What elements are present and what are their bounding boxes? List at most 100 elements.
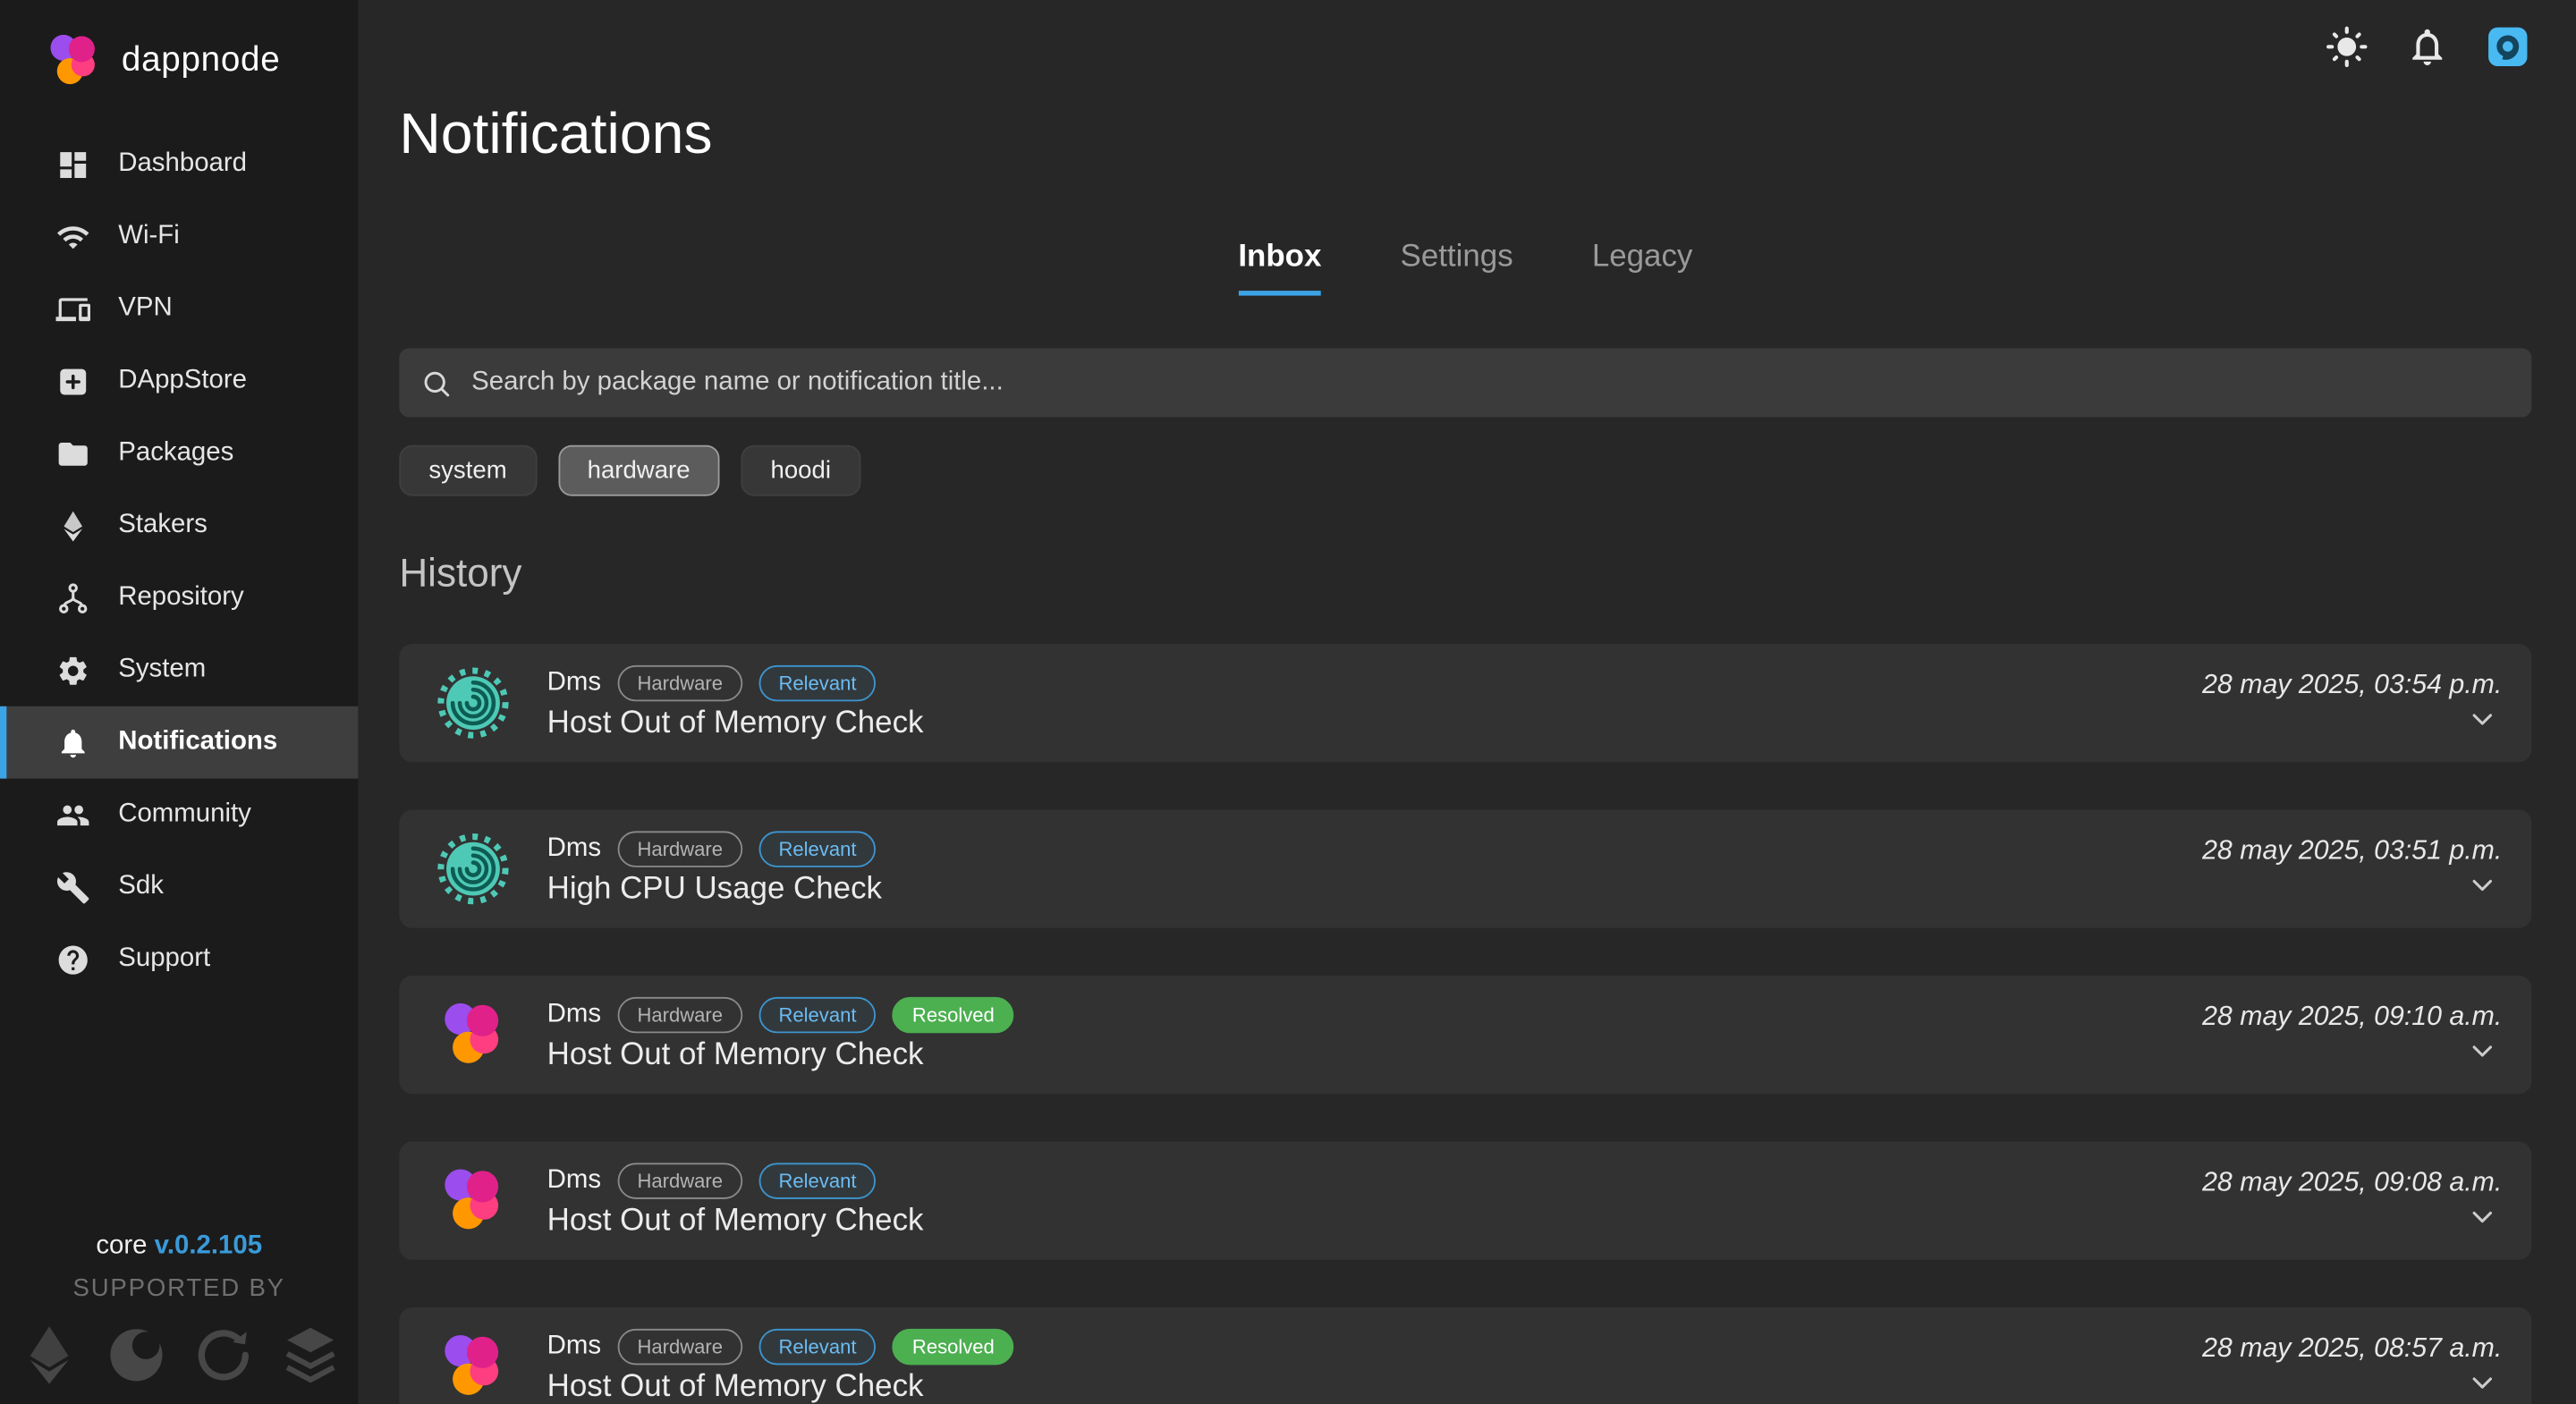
tab-settings[interactable]: Settings [1401,240,1513,295]
sidebar-item-label: Community [118,799,251,829]
dappnode-avatar-logo [436,1163,511,1238]
sidebar-item-system[interactable]: System [0,634,358,706]
sidebar-item-packages[interactable]: Packages [0,418,358,490]
sidebar-item-community[interactable]: Community [0,779,358,851]
card-source: Dms [547,833,601,863]
notification-title: Host Out of Memory Check [547,1369,1014,1404]
search-input[interactable] [468,367,2510,400]
hardware-badge: Hardware [617,1162,742,1197]
sidebar-item-label: Repository [118,583,243,613]
relevant-badge: Relevant [758,664,876,700]
hardware-badge: Hardware [617,1328,742,1364]
chevron-down-icon[interactable] [2466,1035,2499,1068]
sidebar-item-support[interactable]: Support [0,923,358,995]
resolved-badge: Resolved [893,996,1014,1032]
card-right: 28 may 2025, 03:51 p.m. [2202,836,2502,901]
search-bar [399,348,2531,417]
notification-timestamp: 28 may 2025, 03:51 p.m. [2202,836,2502,867]
card-source: Dms [547,1000,601,1029]
notification-title: Host Out of Memory Check [547,1203,924,1239]
dms-teal-swirl-logo [436,665,511,740]
sidebar-item-label: Dashboard [118,149,247,179]
relevant-badge: Relevant [758,996,876,1032]
sidebar-item-label: Packages [118,438,233,468]
page-title: Notifications [399,0,2531,167]
core-version: core v.0.2.105 [0,1232,358,1262]
community-people-icon [55,798,90,833]
notification-card[interactable]: Dms Hardware Relevant Host Out of Memory… [399,644,2531,762]
sidebar-item-stakers[interactable]: Stakers [0,489,358,562]
hardware-badge: Hardware [617,664,742,700]
sidebar-item-label: Stakers [118,511,208,540]
notification-timestamp: 28 may 2025, 03:54 p.m. [2202,670,2502,701]
dappnode-avatar-logo [436,1329,511,1404]
notification-title: Host Out of Memory Check [547,706,924,741]
dappnode-logo [43,30,106,92]
main-content: Notifications Inbox Settings Legacy syst… [358,0,2576,1404]
card-source: Dms [547,1332,601,1361]
tabs: Inbox Settings Legacy [399,240,2531,295]
core-version-link[interactable]: v.0.2.105 [155,1232,262,1260]
circular-arrows-logo [190,1319,255,1391]
sidebar-item-wifi[interactable]: Wi-Fi [0,200,358,273]
dappstore-icon [55,364,90,399]
crescent-circle-logo [103,1319,168,1391]
filter-chip-hardware[interactable]: hardware [558,445,720,496]
notification-timestamp: 28 may 2025, 08:57 a.m. [2202,1333,2502,1365]
sidebar-footer: core v.0.2.105 SUPPORTED BY [0,1232,358,1404]
sidebar-item-sdk[interactable]: Sdk [0,850,358,923]
brand[interactable]: dappnode [0,0,358,115]
dappnode-device-icon[interactable] [2486,25,2530,70]
chevron-down-icon[interactable] [2466,869,2499,902]
card-body: Dms Hardware Relevant High CPU Usage Che… [547,830,882,907]
card-right: 28 may 2025, 08:57 a.m. [2202,1333,2502,1399]
core-label: core [96,1232,147,1260]
sidebar-item-notifications[interactable]: Notifications [0,706,358,779]
chevron-down-icon[interactable] [2466,1201,2499,1234]
tab-legacy[interactable]: Legacy [1592,240,1693,295]
support-help-icon [55,942,90,977]
dappnode-avatar-logo [436,997,511,1072]
sidebar-item-repository[interactable]: Repository [0,562,358,634]
chevron-down-icon[interactable] [2466,703,2499,736]
card-source: Dms [547,1165,601,1195]
sidebar-item-label: Notifications [118,728,277,757]
search-icon [420,368,452,399]
partner-logos [0,1319,358,1404]
wifi-icon [55,219,90,254]
hardware-badge: Hardware [617,996,742,1032]
notification-card[interactable]: Dms Hardware Relevant Host Out of Memory… [399,1142,2531,1260]
hardware-badge: Hardware [617,830,742,866]
card-right: 28 may 2025, 09:08 a.m. [2202,1168,2502,1233]
theme-toggle-sun-icon[interactable] [2325,25,2369,70]
notification-timestamp: 28 may 2025, 09:10 a.m. [2202,1002,2502,1033]
layer-stack-logo [276,1319,342,1391]
sidebar-item-label: DAppStore [118,367,247,396]
app-root: dappnode Dashboard Wi-Fi VPN DAppStore P… [0,0,2576,1404]
sidebar-item-vpn[interactable]: VPN [0,273,358,345]
sidebar-item-dashboard[interactable]: Dashboard [0,128,358,200]
card-right: 28 may 2025, 03:54 p.m. [2202,670,2502,735]
chevron-down-icon[interactable] [2466,1366,2499,1400]
history-heading: History [399,552,2531,597]
sidebar: dappnode Dashboard Wi-Fi VPN DAppStore P… [0,0,358,1404]
brand-name: dappnode [122,41,281,80]
tab-inbox[interactable]: Inbox [1238,240,1321,295]
card-body: Dms Hardware Relevant Host Out of Memory… [547,1162,924,1239]
notification-card[interactable]: Dms Hardware Relevant Resolved Host Out … [399,1307,2531,1404]
supported-by-label: SUPPORTED BY [0,1274,358,1302]
filter-chip-system[interactable]: system [399,445,536,496]
packages-folder-icon [55,436,90,471]
filter-chip-hoodi[interactable]: hoodi [741,445,860,496]
sidebar-item-dappstore[interactable]: DAppStore [0,345,358,418]
sidebar-item-label: Wi-Fi [118,222,180,251]
bell-icon[interactable] [2405,25,2450,70]
notification-title: High CPU Usage Check [547,871,882,907]
notification-card[interactable]: Dms Hardware Relevant Resolved Host Out … [399,976,2531,1094]
notification-card[interactable]: Dms Hardware Relevant High CPU Usage Che… [399,810,2531,928]
resolved-badge: Resolved [893,1328,1014,1364]
filter-chips: system hardware hoodi [399,445,2531,496]
system-gear-icon [55,653,90,688]
stakers-eth-icon [55,508,90,543]
card-body: Dms Hardware Relevant Host Out of Memory… [547,664,924,741]
